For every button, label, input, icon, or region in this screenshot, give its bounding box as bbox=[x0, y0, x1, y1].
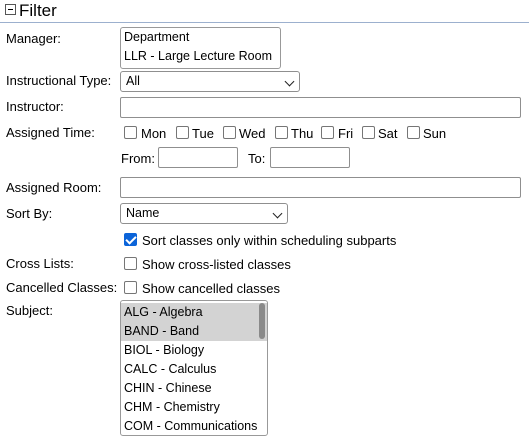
sort-within-subparts-checkbox[interactable] bbox=[124, 233, 137, 246]
filter-header: Filter bbox=[0, 0, 529, 23]
collapse-icon[interactable] bbox=[5, 4, 16, 15]
subject-listbox[interactable]: ALG - Algebra BAND - Band BIOL - Biology… bbox=[120, 300, 268, 436]
chevron-down-icon bbox=[284, 76, 295, 87]
subject-option[interactable]: CHIN - Chinese bbox=[121, 379, 267, 398]
time-from-input[interactable] bbox=[158, 147, 238, 168]
day-label-sun: Sun bbox=[423, 126, 447, 141]
show-cross-listed-label: Show cross-listed classes bbox=[142, 257, 291, 272]
day-checkbox-wed[interactable] bbox=[223, 126, 236, 139]
time-to-input[interactable] bbox=[270, 147, 350, 168]
instructional-type-select[interactable]: All bbox=[120, 71, 300, 92]
assigned-room-input[interactable] bbox=[120, 177, 521, 198]
subject-option[interactable]: ALG - Algebra bbox=[121, 303, 267, 322]
show-cancelled-label: Show cancelled classes bbox=[142, 281, 281, 296]
day-checkbox-thu[interactable] bbox=[275, 126, 288, 139]
from-label: From: bbox=[121, 151, 155, 166]
sort-by-select[interactable]: Name bbox=[120, 203, 288, 224]
subject-option[interactable]: COM - Communications bbox=[121, 417, 267, 435]
subject-option[interactable]: BIOL - Biology bbox=[121, 341, 267, 360]
sort-within-subparts-label: Sort classes only within scheduling subp… bbox=[142, 233, 397, 248]
subject-scrollbar[interactable] bbox=[259, 303, 265, 339]
manager-option[interactable]: LLR - Large Lecture Room bbox=[121, 47, 280, 66]
day-checkbox-mon[interactable] bbox=[124, 126, 137, 139]
manager-option[interactable]: Department bbox=[121, 28, 280, 47]
day-label-sat: Sat bbox=[378, 126, 398, 141]
day-checkbox-fri[interactable] bbox=[321, 126, 334, 139]
instructional-type-label: Instructional Type: bbox=[6, 73, 112, 88]
manager-listbox[interactable]: Department LLR - Large Lecture Room bbox=[120, 27, 281, 69]
day-label-tue: Tue bbox=[192, 126, 214, 141]
instructor-input[interactable] bbox=[120, 97, 521, 118]
day-checkbox-tue[interactable] bbox=[176, 126, 189, 139]
subject-option[interactable]: BAND - Band bbox=[121, 322, 267, 341]
assigned-time-label: Assigned Time: bbox=[6, 125, 95, 140]
chevron-down-icon bbox=[272, 208, 283, 219]
day-label-mon: Mon bbox=[141, 126, 167, 141]
sort-by-value: Name bbox=[126, 206, 160, 220]
subject-option[interactable]: CALC - Calculus bbox=[121, 360, 267, 379]
sort-by-label: Sort By: bbox=[6, 206, 53, 221]
day-label-thu: Thu bbox=[291, 126, 314, 141]
day-checkbox-sat[interactable] bbox=[362, 126, 375, 139]
day-label-fri: Fri bbox=[338, 126, 354, 141]
filter-title: Filter bbox=[19, 1, 57, 20]
subject-label: Subject: bbox=[6, 303, 53, 318]
instructor-label: Instructor: bbox=[6, 99, 64, 114]
to-label: To: bbox=[248, 151, 266, 166]
subject-option[interactable]: CHM - Chemistry bbox=[121, 398, 267, 417]
cancelled-classes-label: Cancelled Classes: bbox=[6, 280, 118, 295]
day-label-wed: Wed bbox=[239, 126, 266, 141]
instructional-type-value: All bbox=[126, 74, 140, 88]
day-checkbox-sun[interactable] bbox=[407, 126, 420, 139]
show-cancelled-checkbox[interactable] bbox=[124, 281, 137, 294]
assigned-room-label: Assigned Room: bbox=[6, 180, 102, 195]
manager-label: Manager: bbox=[6, 31, 61, 46]
show-cross-listed-checkbox[interactable] bbox=[124, 257, 137, 270]
cross-lists-label: Cross Lists: bbox=[6, 256, 74, 271]
